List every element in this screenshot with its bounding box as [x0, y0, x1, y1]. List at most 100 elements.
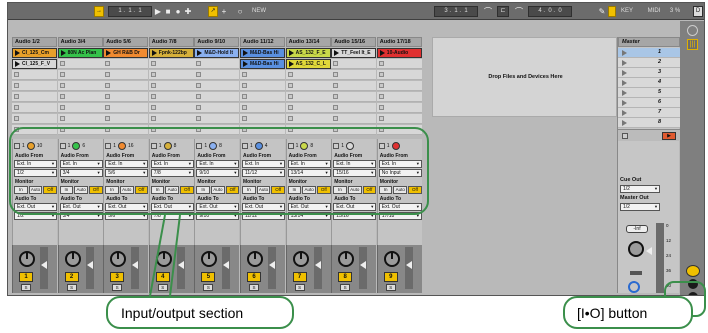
clip-slot-empty[interactable]: [285, 103, 331, 113]
clip-slot-empty[interactable]: [148, 92, 194, 102]
preview-headphone-icon[interactable]: [628, 281, 640, 293]
scene-launch-row[interactable]: 1: [618, 48, 680, 58]
pan-knob[interactable]: [19, 251, 35, 267]
clip-stop-icon[interactable]: [59, 116, 65, 121]
capture-icon[interactable]: ○: [236, 6, 244, 17]
clip-stop-icon[interactable]: [242, 94, 247, 99]
clip-slot-filled[interactable]: 80N Ac Plan: [57, 48, 103, 58]
scene-launch-row[interactable]: 8: [618, 118, 680, 128]
track-title[interactable]: Audio 11/12: [240, 37, 285, 47]
clip-slot-empty[interactable]: [12, 81, 57, 91]
session-view-icon[interactable]: [687, 25, 698, 36]
clip-slot-filled[interactable]: CI_125_Cm: [12, 48, 57, 58]
clip-play-icon[interactable]: [379, 50, 385, 56]
clip-slot-empty[interactable]: [103, 92, 149, 102]
clip-stop-icon[interactable]: [242, 116, 247, 121]
clip-stop-icon[interactable]: [333, 116, 339, 121]
clip-stop-icon[interactable]: [378, 94, 384, 99]
clip-play-icon[interactable]: [15, 50, 20, 56]
clip-stop-icon[interactable]: [242, 83, 247, 88]
track-activator-button[interactable]: 3: [110, 272, 125, 282]
clip-slot-empty[interactable]: [240, 92, 285, 102]
clip-stop-icon[interactable]: [287, 116, 293, 121]
automation-arm-button[interactable]: ↗: [208, 6, 218, 17]
clip-stop-icon[interactable]: [150, 83, 156, 88]
clip-slot-empty[interactable]: [376, 81, 422, 91]
clip-slot-empty[interactable]: [331, 114, 377, 124]
reenable-automation-icon[interactable]: +: [220, 6, 228, 17]
solo-button[interactable]: S: [157, 284, 168, 291]
clip-stop-icon[interactable]: [378, 105, 384, 110]
punch-in-icon[interactable]: ⌒: [482, 6, 494, 17]
clip-slot-empty[interactable]: [240, 103, 285, 113]
clip-stop-icon[interactable]: [105, 72, 111, 77]
clip-slot-empty[interactable]: [103, 70, 149, 80]
clip-stop-icon[interactable]: [14, 105, 19, 110]
track-title[interactable]: Audio 1/2: [12, 37, 57, 47]
scene-launch-indicator[interactable]: ▶: [662, 132, 676, 140]
volume-pointer[interactable]: [405, 261, 412, 269]
track-activator-button[interactable]: 4: [155, 272, 170, 282]
clip-stop-icon[interactable]: [59, 61, 65, 66]
io-toggle-icon[interactable]: [686, 265, 700, 277]
volume-pointer[interactable]: [314, 261, 321, 269]
track-activator-button[interactable]: 5: [201, 272, 216, 282]
clip-slot-empty[interactable]: [12, 92, 57, 102]
clip-stop-icon[interactable]: [333, 61, 339, 66]
clip-slot-empty[interactable]: [57, 70, 103, 80]
punch-out-icon[interactable]: ⌒: [513, 6, 525, 17]
clip-stop-icon[interactable]: [105, 83, 111, 88]
clip-slot-empty[interactable]: [376, 70, 422, 80]
solo-button[interactable]: S: [385, 284, 396, 291]
volume-pointer[interactable]: [177, 261, 184, 269]
loop-length-field[interactable]: 4 . 0 . 0: [528, 6, 572, 17]
midi-map-button[interactable]: MIDI: [645, 6, 663, 17]
clip-slot-empty[interactable]: [240, 81, 285, 91]
clip-slot-filled[interactable]: 10-Audio: [376, 48, 422, 58]
clip-stop-icon[interactable]: [59, 72, 65, 77]
clip-play-icon[interactable]: [197, 50, 203, 56]
pan-knob[interactable]: [201, 251, 218, 267]
scene-launch-row[interactable]: 6: [618, 98, 680, 108]
clip-slot-empty[interactable]: [57, 103, 103, 113]
sends-toggle-icon[interactable]: [688, 279, 698, 289]
clip-slot-empty[interactable]: [12, 114, 57, 124]
clip-stop-icon[interactable]: [105, 105, 111, 110]
clip-slot-empty[interactable]: [194, 114, 240, 124]
clip-slot-empty[interactable]: [57, 92, 103, 102]
new-button[interactable]: NEW: [246, 6, 272, 17]
track-activator-button[interactable]: 6: [247, 272, 261, 282]
clip-stop-icon[interactable]: [14, 94, 19, 99]
clip-slot-filled[interactable]: AS_132_F_E: [285, 48, 331, 58]
pan-knob[interactable]: [292, 251, 309, 267]
solo-button[interactable]: S: [294, 284, 305, 291]
track-title[interactable]: Audio 17/18: [376, 37, 422, 47]
clip-stop-icon[interactable]: [59, 105, 65, 110]
clip-play-icon[interactable]: [151, 50, 157, 56]
clip-stop-icon[interactable]: [105, 94, 111, 99]
clip-stop-icon[interactable]: [59, 83, 65, 88]
clip-slot-empty[interactable]: [103, 59, 149, 69]
clip-stop-icon[interactable]: [378, 83, 384, 88]
clip-stop-icon[interactable]: [333, 105, 339, 110]
solo-button[interactable]: S: [340, 284, 351, 291]
d-indicator[interactable]: D: [693, 6, 703, 17]
clip-stop-icon[interactable]: [333, 72, 339, 77]
clip-stop-icon[interactable]: [242, 105, 247, 110]
loop-switch-icon[interactable]: ⊏: [497, 6, 509, 17]
clip-slot-filled[interactable]: M&D-Hold It: [194, 48, 240, 58]
stop-all-icon[interactable]: [622, 133, 628, 139]
clip-slot-empty[interactable]: [285, 70, 331, 80]
follow-button[interactable]: →: [94, 6, 104, 17]
volume-pointer[interactable]: [360, 261, 367, 269]
master-out-select[interactable]: 1/2: [620, 203, 660, 211]
track-title[interactable]: Audio 13/14: [285, 37, 331, 47]
clip-slot-empty[interactable]: [376, 114, 422, 124]
clip-stop-icon[interactable]: [150, 105, 156, 110]
track-title[interactable]: Audio 15/16: [331, 37, 377, 47]
clip-slot-filled[interactable]: Fpnk-122bp: [148, 48, 194, 58]
clip-slot-empty[interactable]: [376, 92, 422, 102]
solo-button[interactable]: S: [203, 284, 214, 291]
solo-button[interactable]: S: [66, 284, 77, 291]
clip-slot-filled[interactable]: TT_Feel It_E: [331, 48, 377, 58]
